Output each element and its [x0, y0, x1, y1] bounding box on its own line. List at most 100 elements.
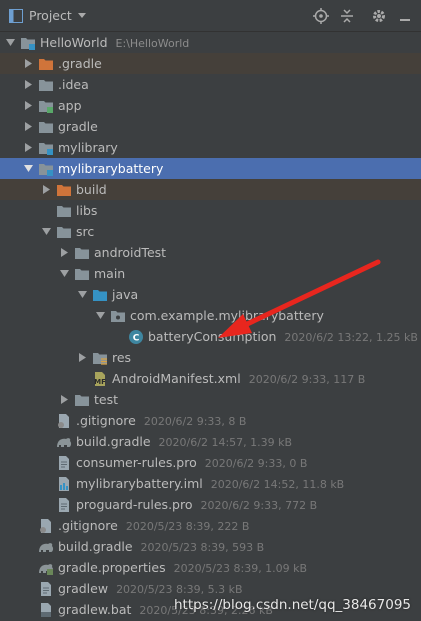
folder-icon — [75, 395, 89, 406]
tree-node-label: main — [94, 263, 125, 284]
node-name: .gitignore — [76, 413, 136, 428]
project-toolbar: Project — [0, 0, 421, 32]
hide-icon[interactable] — [397, 8, 413, 24]
node-name: test — [94, 392, 119, 407]
tree-node-gitignore[interactable]: .gitignore 2020/6/2 9:33, 8 B — [0, 410, 421, 431]
node-name: gradlew — [58, 581, 109, 596]
dropdown-icon[interactable] — [77, 10, 87, 20]
svg-text:C: C — [133, 334, 140, 344]
tree-node-label: app — [58, 95, 82, 116]
tree-node-label: proguard-rules.pro 2020/6/2 9:33, 772 B — [76, 494, 317, 516]
module-folder-icon — [21, 38, 35, 50]
tree-node-proguard-rules-pro[interactable]: proguard-rules.pro 2020/6/2 9:33, 772 B — [0, 494, 421, 515]
tree-node-label: gradle.properties 2020/5/23 8:39, 1.09 kB — [58, 557, 307, 579]
tree-node-build-gradle[interactable]: build.gradle 2020/5/23 8:39, 593 B — [0, 536, 421, 557]
collapsed-arrow-icon[interactable] — [24, 143, 33, 152]
text-file-icon — [59, 456, 69, 470]
node-name: batteryConsumption — [148, 329, 277, 344]
settings-gear-icon[interactable] — [371, 8, 387, 24]
text-file-icon — [59, 498, 69, 512]
node-name: app — [58, 98, 82, 113]
expanded-arrow-icon[interactable] — [6, 38, 15, 47]
folder-icon — [75, 269, 89, 280]
collapsed-arrow-icon[interactable] — [60, 248, 69, 257]
tree-node-label: test — [94, 389, 118, 410]
gradle-file-icon — [57, 438, 72, 447]
node-name: java — [112, 287, 139, 302]
tree-node-androidtest[interactable]: androidTest — [0, 242, 421, 263]
library-module-folder-icon — [39, 143, 53, 155]
tree-node-label: .idea — [58, 74, 89, 95]
locate-icon[interactable] — [313, 8, 329, 24]
tree-node-label: batteryConsumption 2020/6/2 13:22, 1.25 k… — [148, 326, 418, 348]
tree-node-label: src — [76, 221, 94, 242]
tree-node-androidmanifest-xml[interactable]: MF AndroidManifest.xml 2020/6/2 9:33, 117 … — [0, 368, 421, 389]
collapsed-arrow-icon[interactable] — [24, 122, 33, 131]
folder-orange-icon — [39, 59, 53, 70]
tree-node-label: java — [112, 284, 138, 305]
java-class-icon: C — [129, 330, 143, 344]
expanded-arrow-icon[interactable] — [24, 164, 33, 173]
collapsed-arrow-icon[interactable] — [24, 59, 33, 68]
node-meta: 2020/6/2 14:52, 11.8 kB — [210, 478, 345, 491]
tree-node-java[interactable]: java — [0, 284, 421, 305]
expanded-arrow-icon[interactable] — [96, 311, 105, 320]
tree-node-idea[interactable]: .idea — [0, 74, 421, 95]
expanded-arrow-icon[interactable] — [42, 227, 51, 236]
node-meta: 2020/6/2 14:57, 1.39 kB — [158, 436, 293, 449]
node-name: proguard-rules.pro — [76, 497, 193, 512]
collapse-all-icon[interactable] — [339, 8, 355, 24]
tool-window-title[interactable]: Project — [29, 8, 72, 23]
tree-node-batteryconsumption[interactable]: CbatteryConsumption 2020/6/2 13:22, 1.25 … — [0, 326, 421, 347]
tree-node-label: build.gradle 2020/5/23 8:39, 593 B — [58, 536, 264, 558]
collapsed-arrow-icon[interactable] — [60, 395, 69, 404]
tree-node-mylibrarybattery-iml[interactable]: mylibrarybattery.iml 2020/6/2 14:52, 11.8… — [0, 473, 421, 494]
text-file-icon — [41, 582, 51, 596]
tree-node-mylibrary[interactable]: mylibrary — [0, 137, 421, 158]
expanded-arrow-icon[interactable] — [78, 290, 87, 299]
tree-node-libs[interactable]: libs — [0, 200, 421, 221]
project-view-icon[interactable] — [9, 9, 23, 23]
node-name: res — [112, 350, 132, 365]
tree-node-gitignore[interactable]: .gitignore 2020/5/23 8:39, 222 B — [0, 515, 421, 536]
node-meta: 2020/6/2 9:33, 8 B — [143, 415, 247, 428]
tree-node-helloworld[interactable]: HelloWorld E:\HelloWorld — [0, 32, 421, 53]
folder-icon — [57, 227, 71, 238]
tree-node-test[interactable]: test — [0, 389, 421, 410]
tree-node-label: libs — [76, 200, 97, 221]
tree-node-app[interactable]: app — [0, 95, 421, 116]
tree-node-main[interactable]: main — [0, 263, 421, 284]
tree-node-label: build.gradle 2020/6/2 14:57, 1.39 kB — [76, 431, 292, 453]
node-name: com.example.mylibrarybattery — [130, 308, 324, 323]
folder-icon — [39, 80, 53, 91]
node-name: libs — [76, 203, 98, 218]
node-meta: 2020/6/2 13:22, 1.25 kB — [284, 331, 418, 344]
tree-node-gradle[interactable]: .gradle — [0, 53, 421, 74]
tree-node-mylibrarybattery[interactable]: mylibrarybattery — [0, 158, 421, 179]
tree-node-gradle-properties[interactable]: gradle.properties 2020/5/23 8:39, 1.09 kB — [0, 557, 421, 578]
collapsed-arrow-icon[interactable] — [78, 353, 87, 362]
node-name: build.gradle — [76, 434, 151, 449]
tree-node-src[interactable]: src — [0, 221, 421, 242]
tree-node-label: AndroidManifest.xml 2020/6/2 9:33, 117 B — [112, 368, 365, 390]
app-module-folder-icon — [39, 101, 53, 113]
node-name: build.gradle — [58, 539, 133, 554]
tree-node-gradle[interactable]: gradle — [0, 116, 421, 137]
tree-node-com-example-mylibrarybattery[interactable]: com.example.mylibrarybattery — [0, 305, 421, 326]
tree-node-res[interactable]: res — [0, 347, 421, 368]
tree-node-build[interactable]: build — [0, 179, 421, 200]
node-name: mylibrarybattery.iml — [76, 476, 203, 491]
svg-text:MF: MF — [94, 378, 106, 386]
tree-node-consumer-rules-pro[interactable]: consumer-rules.pro 2020/6/2 9:33, 0 B — [0, 452, 421, 473]
collapsed-arrow-icon[interactable] — [24, 101, 33, 110]
collapsed-arrow-icon[interactable] — [42, 185, 51, 194]
bat-file-icon — [41, 603, 51, 617]
tree-node-label: res — [112, 347, 131, 368]
tree-node-label: mylibrarybattery — [58, 158, 163, 179]
tree-node-build-gradle[interactable]: build.gradle 2020/6/2 14:57, 1.39 kB — [0, 431, 421, 452]
tree-node-gradlew[interactable]: gradlew 2020/5/23 8:39, 5.3 kB — [0, 578, 421, 599]
node-name: src — [76, 224, 95, 239]
node-meta: 2020/5/23 8:39, 222 B — [125, 520, 250, 533]
collapsed-arrow-icon[interactable] — [24, 80, 33, 89]
expanded-arrow-icon[interactable] — [60, 269, 69, 278]
